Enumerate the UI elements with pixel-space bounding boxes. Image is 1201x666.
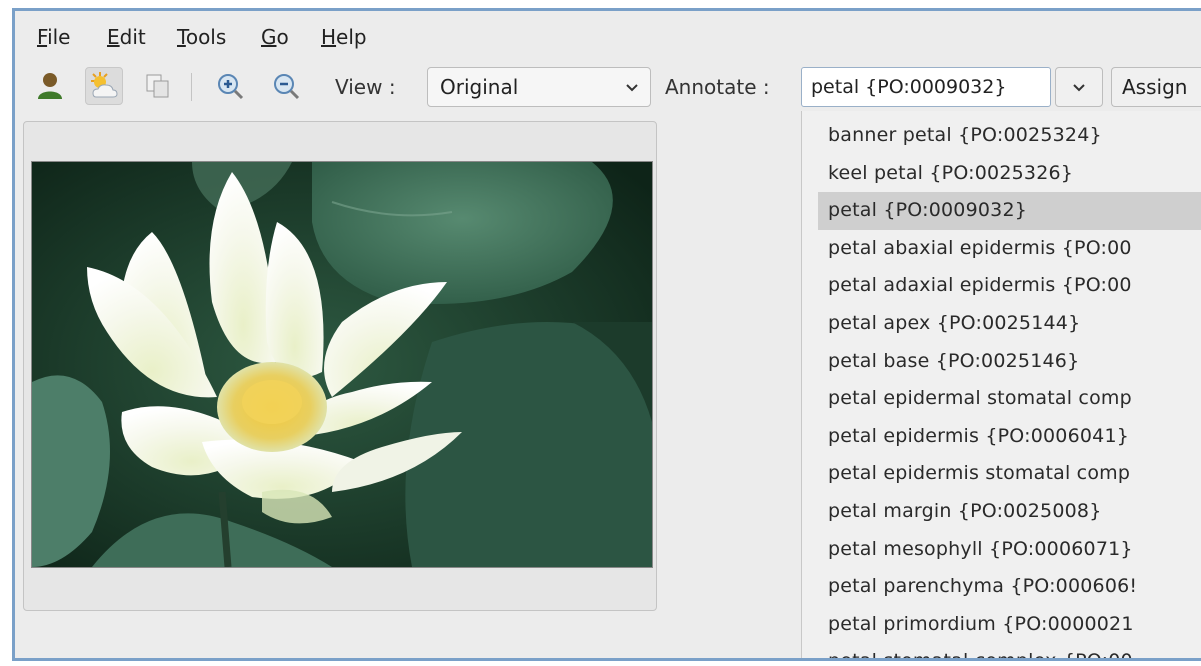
toolbar-separator — [191, 73, 192, 101]
list-item[interactable]: petal margin {PO:0025008} — [802, 493, 1201, 531]
view-label: View : — [335, 75, 396, 99]
menu-go-mnemonic: G — [261, 25, 277, 49]
menu-help[interactable]: Help — [321, 25, 367, 49]
zoom-in-button[interactable] — [211, 67, 249, 105]
annotate-dropdown-button[interactable] — [1055, 67, 1103, 107]
annotate-input[interactable]: petal {PO:0009032} — [801, 67, 1051, 107]
annotation-dropdown-list: banner petal {PO:0025324} keel petal {PO… — [801, 111, 1201, 658]
menu-edit[interactable]: Edit — [107, 25, 146, 49]
copy-icon — [146, 74, 169, 98]
lotus-image — [32, 162, 652, 567]
menu-go-label: o — [276, 25, 289, 49]
user-button[interactable] — [31, 67, 69, 105]
chevron-down-icon — [1073, 84, 1085, 92]
app-window: File Edit Tools Go Help View: Original … — [12, 8, 1201, 661]
menu-tools-mnemonic: T — [177, 25, 186, 49]
list-item[interactable]: petal apex {PO:0025144} — [802, 305, 1201, 343]
list-item[interactable]: keel petal {PO:0025326} — [802, 155, 1201, 193]
menu-help-mnemonic: H — [321, 25, 337, 49]
list-item[interactable]: petal stomatal complex {PO:00 — [802, 643, 1201, 658]
list-item[interactable]: petal adaxial epidermis {PO:00 — [802, 267, 1201, 305]
menu-go[interactable]: Go — [261, 25, 289, 49]
list-item-selected[interactable]: petal {PO:0009032} — [818, 192, 1201, 230]
menu-file[interactable]: File — [37, 25, 70, 49]
lotus-photo — [31, 161, 653, 568]
zoom-out-icon — [274, 74, 300, 100]
menu-file-mnemonic: F — [37, 25, 48, 49]
list-item[interactable]: petal epidermis {PO:0006041} — [802, 418, 1201, 456]
weather-button[interactable] — [85, 67, 123, 105]
view-select[interactable]: Original — [427, 67, 651, 107]
list-item[interactable]: banner petal {PO:0025324} — [802, 117, 1201, 155]
toolbar: View : Original Annotate : petal {PO:000… — [15, 67, 1201, 117]
menu-help-label: elp — [336, 25, 367, 49]
menu-bar: File Edit Tools Go Help — [15, 11, 1201, 61]
menu-tools[interactable]: Tools — [177, 25, 226, 49]
zoom-out-button[interactable] — [267, 67, 305, 105]
assign-button-label: Assign — [1122, 75, 1188, 99]
list-item[interactable]: petal abaxial epidermis {PO:00 — [802, 230, 1201, 268]
assign-button[interactable]: Assign — [1111, 67, 1201, 107]
zoom-in-icon — [218, 74, 244, 100]
annotate-input-value: petal {PO:0009032} — [811, 76, 1007, 98]
annotate-label: Annotate : — [665, 75, 770, 99]
list-item[interactable]: petal mesophyll {PO:0006071} — [802, 531, 1201, 569]
list-item[interactable]: petal epidermal stomatal comp — [802, 380, 1201, 418]
menu-edit-mnemonic: E — [107, 25, 120, 49]
list-item[interactable]: petal epidermis stomatal comp — [802, 455, 1201, 493]
menu-edit-label: dit — [119, 25, 146, 49]
menu-tools-label: ools — [185, 25, 227, 49]
user-icon — [38, 73, 62, 99]
sun-cloud-icon — [91, 72, 118, 98]
view-select-value: Original — [440, 75, 519, 99]
copy-button[interactable] — [139, 67, 177, 105]
menu-file-label: ile — [47, 25, 71, 49]
list-item[interactable]: petal base {PO:0025146} — [802, 343, 1201, 381]
chevron-down-icon — [626, 84, 638, 92]
list-item[interactable]: petal primordium {PO:0000021 — [802, 606, 1201, 644]
list-item[interactable]: petal parenchyma {PO:000606! — [802, 568, 1201, 606]
